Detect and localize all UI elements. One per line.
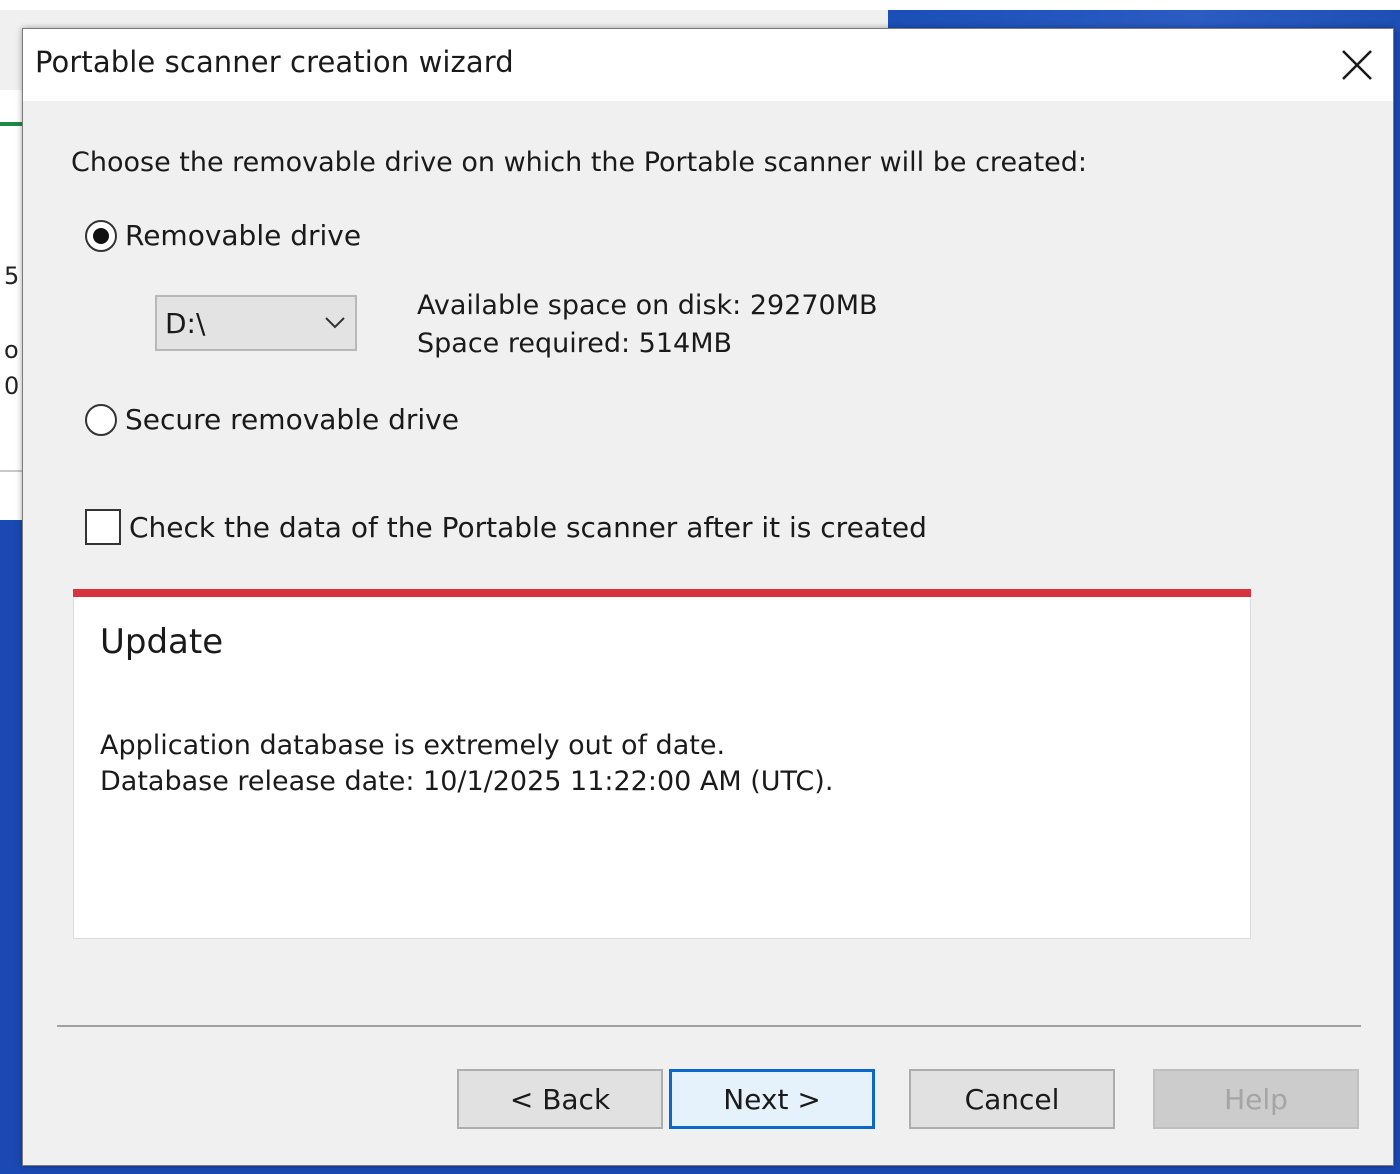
check-data-checkbox[interactable] [85,509,121,545]
radio-secure-removable-drive[interactable]: Secure removable drive [85,403,459,436]
background-text: 0 [4,372,20,400]
background-divider [0,470,24,472]
update-accent-bar [73,589,1251,597]
check-data-checkbox-row[interactable]: Check the data of the Portable scanner a… [85,509,927,545]
space-info: Available space on disk: 29270MB Space r… [417,287,878,363]
cancel-button[interactable]: Cancel [909,1069,1115,1129]
window-title: Portable scanner creation wizard [35,45,514,79]
footer-separator [57,1025,1361,1027]
drive-select[interactable]: D:\ [155,295,357,351]
radio-dot [93,227,109,244]
background-text: o [4,336,19,364]
drive-select-value: D:\ [165,306,206,340]
close-icon [1342,50,1372,80]
instruction-text: Choose the removable drive on which the … [71,147,1088,178]
background-text: 5 [4,262,20,290]
required-space-text: Space required: 514MB [417,328,733,359]
radio-button-unselected[interactable] [85,403,117,436]
title-bar: Portable scanner creation wizard [23,29,1393,101]
update-title: Update [100,622,224,662]
radio-button-selected[interactable] [85,219,117,252]
back-button[interactable]: < Back [457,1069,663,1129]
radio-removable-drive[interactable]: Removable drive [85,219,361,252]
wizard-dialog: Portable scanner creation wizard Choose … [22,28,1394,1166]
close-button[interactable] [1321,29,1393,101]
available-space-text: Available space on disk: 29270MB [417,290,878,321]
help-button[interactable]: Help [1153,1069,1359,1129]
next-button[interactable]: Next > [669,1069,875,1129]
update-message: Application database is extremely out of… [100,730,726,761]
check-data-label: Check the data of the Portable scanner a… [129,510,927,544]
chevron-down-icon [315,297,355,349]
radio-removable-drive-label: Removable drive [125,219,362,252]
radio-secure-removable-drive-label: Secure removable drive [125,403,459,436]
background-accent-line [0,122,24,126]
background-window-content [0,90,24,520]
database-release-date: Database release date: 10/1/2025 11:22:0… [100,766,834,797]
update-panel: Update Application database is extremely… [73,589,1251,939]
